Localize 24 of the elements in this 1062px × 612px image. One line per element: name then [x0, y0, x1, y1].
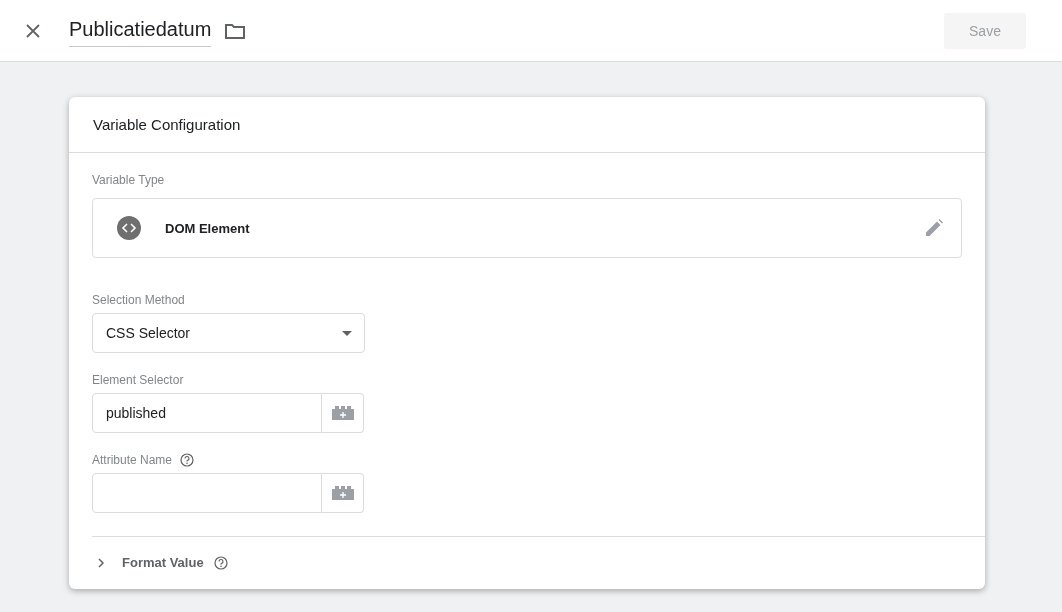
dropdown-caret-icon	[342, 330, 352, 336]
close-icon	[26, 23, 40, 38]
chevron-icon	[98, 557, 104, 568]
variable-type-value: DOM Element	[165, 220, 250, 236]
selection-method-dropdown[interactable]: CSS Selector	[92, 313, 365, 353]
field-label: Attribute Name	[92, 453, 173, 467]
field-label: Variable Type	[92, 173, 166, 187]
help-icon[interactable]	[213, 555, 228, 570]
format-value-expander[interactable]: Format Value	[92, 555, 962, 570]
input-field[interactable]	[92, 473, 322, 513]
help-icon[interactable]	[180, 453, 195, 467]
building-block-icon	[331, 486, 354, 500]
building-block-icon	[331, 406, 354, 420]
field-label: Element Selector	[92, 373, 184, 387]
card-title: Variable Configuration	[69, 97, 985, 153]
variable-type-box[interactable]: DOM Element	[92, 198, 962, 258]
insert-variable-button[interactable]	[322, 473, 364, 513]
insert-variable-button[interactable]	[322, 393, 364, 433]
folder-icon[interactable]	[225, 22, 246, 39]
field-label: Selection Method	[92, 293, 186, 307]
variable-name-field[interactable]: Publicatiedatum	[69, 14, 212, 47]
code-icon	[117, 216, 141, 240]
input-field[interactable]: published	[92, 393, 322, 433]
pencil-icon[interactable]	[925, 219, 943, 237]
